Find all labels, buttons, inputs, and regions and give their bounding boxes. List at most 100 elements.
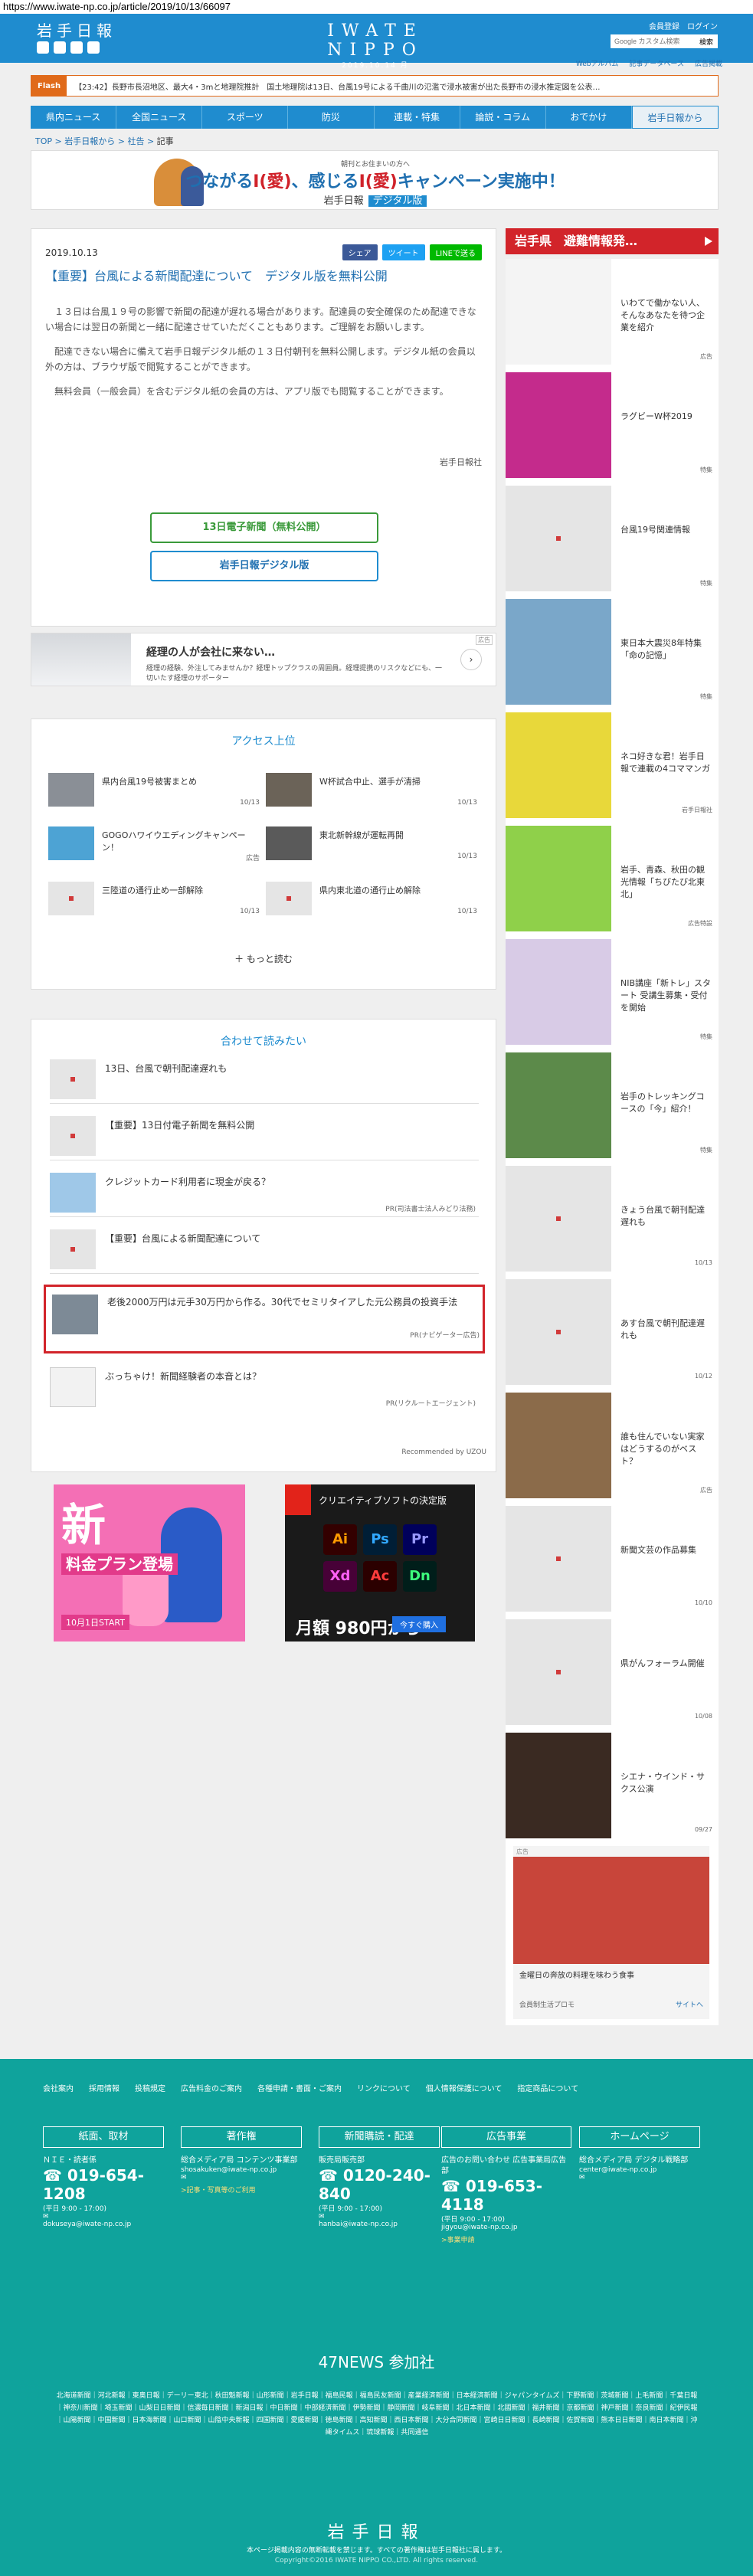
access-item[interactable]: 県内東北道の通行止め解除 10/13: [266, 882, 477, 918]
line-share-button[interactable]: LINEで送る: [429, 244, 482, 260]
access-item[interactable]: 三陸道の通行止め一部解除 10/13: [48, 882, 260, 918]
sidebar-item[interactable]: 県がんフォーラム開催 10/08: [506, 1619, 719, 1727]
flash-text[interactable]: 【23:42】長野市長沼地区、最大4・3mと地理院推計 国土地理院は13日、台風…: [67, 80, 600, 92]
footer-link[interactable]: >記事・写真等のご利用: [181, 2185, 302, 2195]
sidebar-item[interactable]: ラグビーW杯2019 特集: [506, 372, 719, 480]
sidebar-thumb: [506, 1506, 611, 1612]
flash-news-ticker[interactable]: Flash 【23:42】長野市長沼地区、最大4・3mと地理院推計 国土地理院は…: [31, 75, 719, 97]
buy-button[interactable]: 今すぐ購入: [392, 1616, 446, 1632]
access-item[interactable]: GOGOハワイウエディングキャンペーン！ 広告: [48, 826, 260, 863]
sidebar-item[interactable]: NIB講座「新トレ」スタート 受講生募集・受付を開始 特集: [506, 939, 719, 1046]
email-link[interactable]: center@iwate-np.co.jp: [579, 2166, 700, 2174]
login-link[interactable]: ログイン: [687, 20, 718, 31]
sidebar-item[interactable]: きょう台風で朝刊配達遅れも 10/13: [506, 1166, 719, 1273]
sidebar-item[interactable]: 岩手、青森、秋田の観光情報「ちびたび北東北」 広告特設: [506, 826, 719, 933]
sidebar-item[interactable]: 新聞文芸の作品募集 10/10: [506, 1506, 719, 1613]
related-item[interactable]: ぶっちゃけ！新聞経験者の本音とは？ PR(リクルートエージェント): [50, 1364, 479, 1412]
access-item-date: 10/13: [457, 908, 477, 915]
email-link[interactable]: shosakuken@iwate-np.co.jp: [181, 2166, 302, 2174]
nav-item-disaster[interactable]: 防災: [288, 106, 375, 129]
nav-item-column[interactable]: 論説・コラム: [460, 106, 546, 129]
free-edition-button[interactable]: 13日電子新聞（無料公開）: [150, 512, 378, 543]
facebook-share-button[interactable]: シェア: [342, 244, 378, 260]
sidebar-item[interactable]: シエナ・ウインド・サクス公演 09/27: [506, 1733, 719, 1840]
campaign-banner[interactable]: 朝刊とお住まいの方へ つながるI(愛)、感じるI(愛)キャンペーン実施中！ 岩手…: [31, 150, 719, 210]
ad-strip[interactable]: 経理の人が会社に来ない… 経理の経験、外注してみませんか？経理トップクラスの周囲…: [31, 633, 496, 686]
footer-link[interactable]: 採用情報: [89, 2082, 119, 2093]
chevron-right-icon[interactable]: ›: [460, 649, 482, 670]
sidebar-thumb: [506, 1619, 611, 1725]
tweet-button[interactable]: ツイート: [381, 244, 425, 260]
email-link[interactable]: jigyou@iwate-np.co.jp: [441, 2224, 571, 2231]
sidebar-item[interactable]: 岩手のトレッキングコースの「今」紹介！ 特集: [506, 1052, 719, 1160]
access-ranking: アクセス上位 県内台風19号被害まとめ 10/13 W杯試合中止、選手が清掃 1…: [31, 718, 496, 990]
footer-logo[interactable]: 岩手日報: [0, 2519, 753, 2543]
mail-icon: ✉: [181, 2174, 187, 2182]
breadcrumb-top[interactable]: TOP: [35, 136, 52, 146]
news47-links[interactable]: 北海道新聞｜河北新報｜東奥日報｜デーリー東北｜秋田魁新報｜山形新聞｜岩手日報｜福…: [54, 2390, 700, 2439]
nav-item-features[interactable]: 連載・特集: [375, 106, 460, 129]
center-logo[interactable]: IWATE NIPPO 2019.10.14 月: [299, 21, 452, 70]
related-item[interactable]: 【重要】台風による新聞配達について: [50, 1226, 479, 1274]
phone-number[interactable]: ☎ 0120-240-840: [319, 2166, 440, 2203]
footer-link[interactable]: 各種申請・書面・ご案内: [257, 2082, 342, 2093]
breadcrumb-from-nippo[interactable]: 岩手日報から: [64, 136, 115, 146]
search-input[interactable]: [611, 35, 696, 47]
web-link-ads[interactable]: 広告掲載: [695, 58, 722, 68]
header-account: 会員登録 ログイン 検索: [611, 20, 718, 48]
access-item[interactable]: 東北新幹線が運転再開 10/13: [266, 826, 477, 863]
footer-link[interactable]: 投稿規定: [135, 2082, 165, 2093]
instagram-icon[interactable]: [87, 41, 100, 54]
related-item-highlighted[interactable]: 老後2000万円は元手30万円から作る。30代でセミリタイアした元公務員の投資手…: [44, 1285, 485, 1353]
digital-edition-button[interactable]: 岩手日報デジタル版: [150, 551, 378, 581]
site-logo-small[interactable]: 岩手日報: [37, 18, 116, 41]
nav-item-national[interactable]: 全国ニュース: [116, 106, 203, 129]
sidebar-item[interactable]: あす台風で朝刊配達遅れも 10/12: [506, 1279, 719, 1386]
access-item-date: 広告: [245, 855, 260, 862]
twitter-icon[interactable]: [37, 41, 49, 54]
sidebar-title[interactable]: 岩手県 避難情報発…: [506, 228, 719, 254]
ad-plan-banner[interactable]: 新 料金プラン登場 10月1日START: [54, 1484, 245, 1642]
footer-link[interactable]: リンクについて: [357, 2082, 411, 2093]
footer-link[interactable]: 指定商品について: [517, 2082, 578, 2093]
more-button[interactable]: ＋ もっと読む: [31, 952, 496, 965]
phone-number[interactable]: ☎ 019-653-4118: [441, 2177, 571, 2214]
sidebar-item[interactable]: 台風19号関連情報 特集: [506, 486, 719, 593]
nav-item-sports[interactable]: スポーツ: [202, 106, 289, 129]
access-item[interactable]: 県内台風19号被害まとめ 10/13: [48, 773, 260, 810]
breadcrumb-notice[interactable]: 社告: [127, 136, 144, 146]
web-link-database[interactable]: 記事データベース: [629, 58, 684, 68]
footer-link[interactable]: 個人情報保護について: [426, 2082, 503, 2093]
phone-number[interactable]: ☎ 019-654-1208: [43, 2166, 164, 2203]
ad-site-link[interactable]: サイトへ: [676, 1999, 703, 2009]
register-link[interactable]: 会員登録: [649, 20, 679, 31]
footer-link[interactable]: 会社案内: [43, 2082, 74, 2093]
related-item[interactable]: クレジットカード利用者に現金が戻る？ PR(司法書士法人みどり法務): [50, 1170, 479, 1217]
footer-link[interactable]: >事業申請: [441, 2234, 571, 2244]
facebook-icon[interactable]: [54, 41, 66, 54]
sidebar-item[interactable]: ネコ好きな君！岩手日報で連載の4コママンガ 岩手日報社: [506, 712, 719, 820]
web-link-album[interactable]: Webアルバム: [576, 58, 619, 68]
related-item[interactable]: 13日、台風で朝刊配達遅れも: [50, 1056, 479, 1104]
sidebar-thumb: [506, 1279, 611, 1385]
sidebar-item[interactable]: 誰も住んでいない実家はどうするのがベスト？ 広告: [506, 1393, 719, 1500]
related-item[interactable]: 【重要】13日付電子新聞を無料公開: [50, 1113, 479, 1160]
sidebar-thumb: [506, 826, 611, 931]
line-icon[interactable]: [70, 41, 83, 54]
sidebar-ad[interactable]: 広告 金曜日の奔放の料理を味わう食事 会員制生活プロモ サイトへ: [513, 1846, 709, 2019]
email-link[interactable]: dokuseya@iwate-np.co.jp: [43, 2221, 164, 2228]
email-link[interactable]: hanbai@iwate-np.co.jp: [319, 2221, 440, 2228]
sidebar-item[interactable]: 東日本大震災8年特集「命の記憶」 特集: [506, 599, 719, 706]
plus-icon: ＋: [234, 954, 244, 964]
ad-software-banner[interactable]: クリエイティブソフトの決定版 Ai Ps Pr Xd Ac Dn 月額 980円…: [285, 1484, 475, 1642]
access-thumb: [48, 773, 94, 807]
search-button[interactable]: 検索: [696, 35, 717, 47]
related-title: 合わせて読みたい: [221, 1036, 306, 1048]
nav-item-local[interactable]: 県内ニュース: [31, 106, 117, 129]
access-item[interactable]: W杯試合中止、選手が清掃 10/13: [266, 773, 477, 810]
footer-link[interactable]: 広告料金のご案内: [181, 2082, 242, 2093]
nav-item-outing[interactable]: おでかけ: [546, 106, 632, 129]
sidebar-item[interactable]: いわてで働かない人、そんなあなたを待つ企業を紹介 広告: [506, 259, 719, 366]
mail-icon: ✉: [579, 2174, 585, 2182]
nav-item-from-nippo[interactable]: 岩手日報から: [631, 106, 719, 129]
